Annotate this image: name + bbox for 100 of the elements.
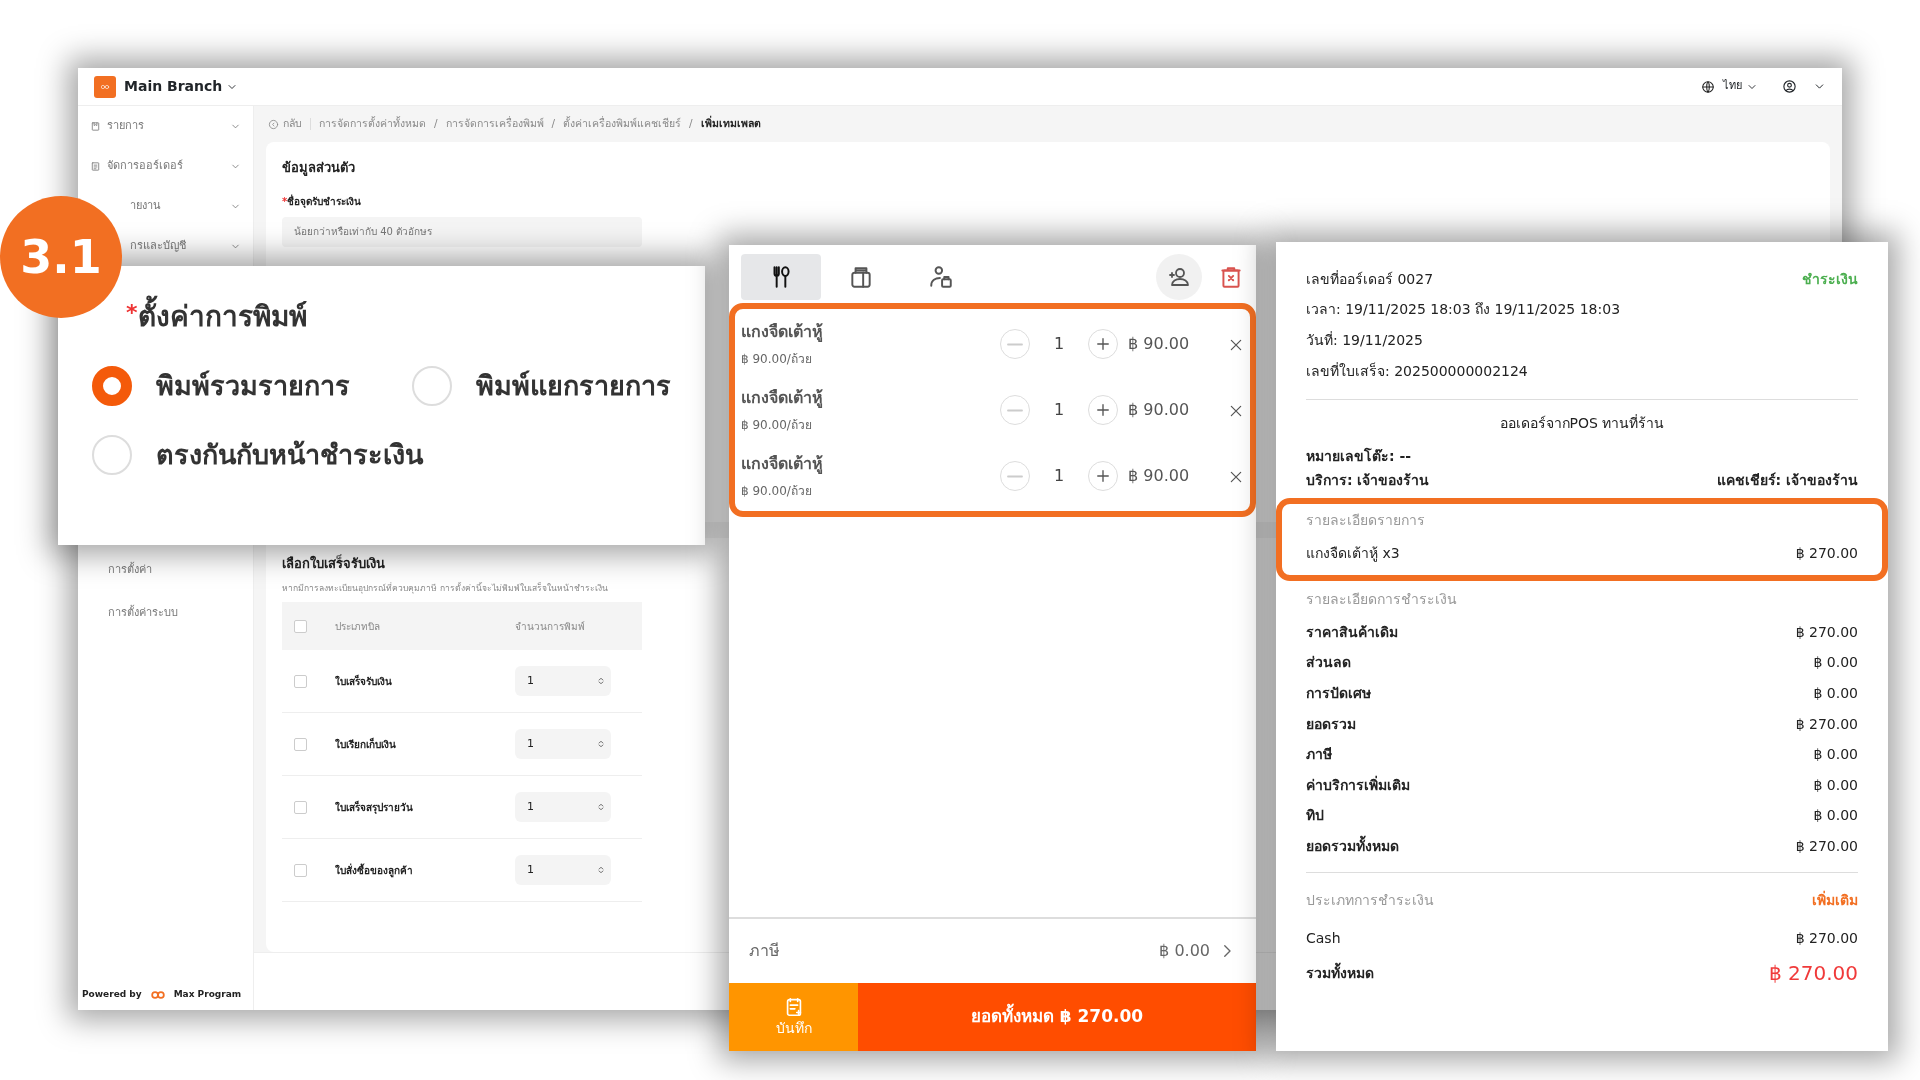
section-heading: ประเภทการชำระเงิน xyxy=(1306,890,1434,910)
grand-total: ฿ 270.00 xyxy=(1768,960,1858,988)
add-customer-button[interactable] xyxy=(1156,254,1202,300)
plus-icon xyxy=(1094,401,1112,419)
unit-price: ฿ 90.00/ถ้วย xyxy=(741,417,813,434)
powered-by-label: Powered by xyxy=(82,988,142,1002)
sidebar-item[interactable]: ายงาน xyxy=(130,197,161,215)
checkout-total-button[interactable]: ยอดทั้งหมด ฿ 270.00 xyxy=(858,983,1256,1051)
bill-type: ใบสั่งซื้อของลูกค้า xyxy=(335,862,414,878)
column-header: จำนวนการพิมพ์ xyxy=(515,619,585,634)
user-circle-icon xyxy=(1782,79,1797,94)
summary-value: ฿ 0.00 xyxy=(1813,775,1858,795)
item-amount: ฿ 270.00 xyxy=(1795,544,1858,564)
grand-total-label: รวมทั้งหมด xyxy=(1306,962,1374,983)
row-checkbox[interactable] xyxy=(294,737,307,751)
select-all-checkbox[interactable] xyxy=(294,619,307,633)
radio-option[interactable]: พิมพ์แยกรายการ xyxy=(412,366,671,407)
add-person-icon xyxy=(1167,265,1191,289)
row-checkbox[interactable] xyxy=(294,863,307,877)
field-label: *ชื่อจุดรับชำระเงิน xyxy=(282,193,363,209)
radio-option[interactable]: ตรงกันกับหน้าชำระเงิน xyxy=(92,434,671,475)
step-badge: 3.1 xyxy=(0,196,122,318)
receipt-info: เลขที่ใบเสร็จ: 202500000002124 xyxy=(1306,361,1528,381)
summary-label: ค่าบริการเพิ่มเติม xyxy=(1306,774,1410,795)
plus-icon xyxy=(1094,467,1112,485)
breadcrumb-separator: / xyxy=(551,116,556,132)
order-source: ออเดอร์จากPOS ทานที่ร้าน xyxy=(1498,413,1666,434)
current-page-link[interactable]: เพิ่มเทมเพลต xyxy=(700,116,761,132)
add-payment-link[interactable]: เพิ่มเติม xyxy=(1812,889,1858,911)
language-selector[interactable]: ไทย xyxy=(1723,78,1758,95)
settings-title: *ตั้งค่าการพิมพ์ xyxy=(126,296,671,338)
section-title: ข้อมูลส่วนตัว xyxy=(282,159,356,178)
summary-value: ฿ 0.00 xyxy=(1813,806,1858,826)
sidebar-link[interactable]: การตั้งค่า xyxy=(108,562,152,579)
column-header: ประเภทบิล xyxy=(335,619,381,634)
sidebar-item[interactable]: กรและบัญชี xyxy=(130,237,186,255)
payment-status: ชำระเงิน xyxy=(1802,269,1858,289)
order-type-tab[interactable] xyxy=(741,254,821,300)
summary-label: ยอดรวม xyxy=(1306,714,1356,734)
person-bag-icon xyxy=(928,264,954,290)
quantity: 1 xyxy=(1052,333,1066,355)
summary-value: ฿ 0.00 xyxy=(1813,683,1858,703)
table-number: หมายเลขโต๊ะ: -- xyxy=(1306,446,1413,467)
unit-price: ฿ 90.00/ถ้วย xyxy=(741,351,813,368)
unit-price: ฿ 90.00/ถ้วย xyxy=(741,483,813,500)
sidebar-link[interactable]: การตั้งค่าระบบ xyxy=(108,605,178,622)
trash-x-icon xyxy=(1218,264,1244,290)
payment-amount: ฿ 270.00 xyxy=(1795,929,1858,949)
order-number: เลขที่ออร์เดอร์ 0027 xyxy=(1306,269,1434,289)
summary-label: ยอดรวมทั้งหมด xyxy=(1306,835,1399,856)
receipt-info: เวลา: 19/11/2025 18:03 ถึง 19/11/2025 18:03 xyxy=(1306,300,1621,320)
row-checkbox[interactable] xyxy=(294,674,307,688)
breadcrumb-separator: / xyxy=(689,116,693,132)
summary-value: ฿ 270.00 xyxy=(1795,622,1858,642)
breadcrumb-item[interactable]: การจัดการเครื่องพิมพ์ xyxy=(445,116,544,132)
globe-icon xyxy=(1701,79,1715,94)
breadcrumb-item[interactable]: ตั้งค่าเครื่องพิมพ์แคชเชียร์ xyxy=(563,116,682,132)
document-icon xyxy=(90,120,101,132)
delete-order-button[interactable] xyxy=(1218,264,1244,290)
copies-input[interactable]: 1 xyxy=(515,666,611,697)
minus-icon xyxy=(1007,408,1023,412)
line-total: ฿ 90.00 xyxy=(1127,465,1191,487)
minus-icon xyxy=(1007,474,1023,478)
bill-type: ใบเรียกเก็บเงิน xyxy=(335,736,397,752)
quantity: 1 xyxy=(1052,465,1066,487)
radio-option[interactable]: พิมพ์รวมรายการ xyxy=(92,366,412,407)
bill-type: ใบเสร็จรับเงิน xyxy=(335,673,393,689)
summary-value: ฿ 0.00 xyxy=(1813,653,1858,673)
account-menu[interactable] xyxy=(1782,79,1826,94)
item-name: แกงจืดเต้าหู้ xyxy=(741,387,824,410)
section-heading: รายละเอียดการชำระเงิน xyxy=(1306,589,1458,609)
payment-method: Cash xyxy=(1306,929,1341,949)
summary-label: ราคาสินค้าเดิม xyxy=(1306,622,1398,642)
copies-input[interactable]: 1 xyxy=(515,792,611,823)
copies-input[interactable]: 1 xyxy=(515,855,611,886)
bag-icon xyxy=(848,264,874,290)
cashier-name: แคชเชียร์: เจ้าของร้าน xyxy=(1716,471,1858,491)
breadcrumb-separator: / xyxy=(434,116,438,132)
plus-icon xyxy=(1094,335,1112,353)
line-total: ฿ 90.00 xyxy=(1127,333,1191,355)
item-name: แกงจืดเต้าหู้ xyxy=(741,321,824,344)
logo-icon xyxy=(94,75,116,98)
name-input[interactable]: น้อยกว่าหรือเท่ากับ 40 ตัวอักษร xyxy=(282,216,642,247)
item-line: แกงจืดเต้าหู้ x3 xyxy=(1306,544,1400,564)
summary-value: ฿ 0.00 xyxy=(1813,745,1858,765)
sidebar-item[interactable]: รายการ xyxy=(107,117,144,135)
section-heading: รายละเอียดรายการ xyxy=(1306,511,1426,531)
sidebar-item[interactable]: จัดการออร์เดอร์ xyxy=(107,157,183,175)
summary-value: ฿ 270.00 xyxy=(1795,836,1858,856)
copies-input[interactable]: 1 xyxy=(515,729,611,760)
item-name: แกงจืดเต้าหู้ xyxy=(741,453,824,476)
row-checkbox[interactable] xyxy=(294,800,307,814)
summary-label: ทิป xyxy=(1306,806,1324,826)
document-icon xyxy=(90,160,101,172)
breadcrumb-item[interactable]: การจัดการตั้งค่าทั้งหมด xyxy=(319,116,426,132)
summary-label: การปัดเศษ xyxy=(1306,683,1371,703)
back-link[interactable]: กลับ xyxy=(268,116,302,132)
quantity: 1 xyxy=(1052,399,1066,421)
server-name: บริการ: เจ้าของร้าน xyxy=(1306,471,1430,491)
branch-selector[interactable]: Main Branch xyxy=(124,76,239,97)
